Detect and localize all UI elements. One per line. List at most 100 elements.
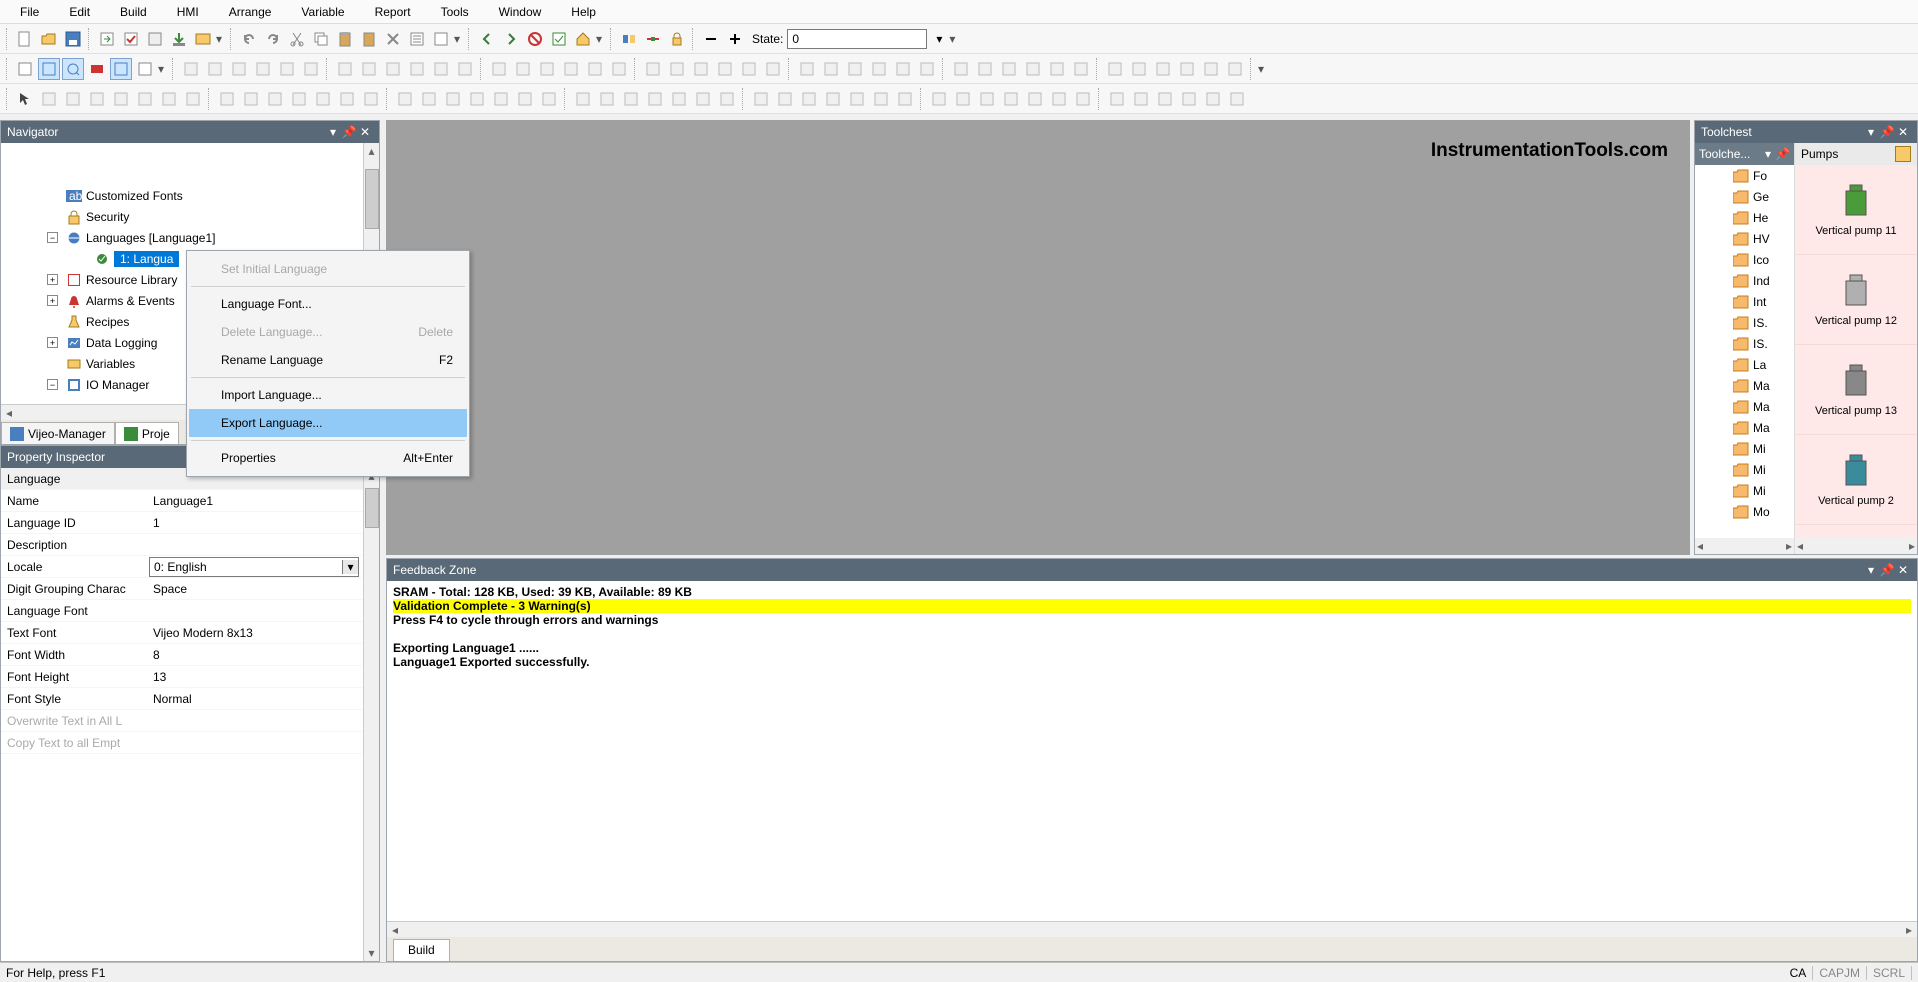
property-row[interactable]: NameLanguage1 (1, 490, 379, 512)
toolbar-dropdown-icon[interactable]: ▾ (454, 32, 464, 46)
context-menu-item[interactable]: PropertiesAlt+Enter (189, 444, 467, 472)
save-icon[interactable] (62, 28, 84, 50)
draw-tool-icon[interactable] (158, 88, 180, 110)
tool-icon[interactable] (892, 58, 914, 80)
panel-dropdown-icon[interactable]: ▾ (325, 125, 341, 139)
draw-tool-icon[interactable] (846, 88, 868, 110)
toolchest-item[interactable]: Vertical pump 13 (1795, 345, 1917, 435)
draw-tool-icon[interactable] (572, 88, 594, 110)
export-icon[interactable] (96, 28, 118, 50)
property-value[interactable]: 1 (149, 516, 379, 530)
tool-icon[interactable] (536, 58, 558, 80)
tool-icon[interactable] (1070, 58, 1092, 80)
stop-icon[interactable] (524, 28, 546, 50)
feedback-body[interactable]: SRAM - Total: 128 KB, Used: 39 KB, Avail… (387, 581, 1917, 921)
tool-icon[interactable] (796, 58, 818, 80)
view4-icon[interactable] (86, 58, 108, 80)
tool-icon[interactable] (180, 58, 202, 80)
toolchest-folder[interactable]: Int (1695, 291, 1794, 312)
view2-icon[interactable] (38, 58, 60, 80)
tool-icon[interactable] (1104, 58, 1126, 80)
property-row[interactable]: Text FontVijeo Modern 8x13 (1, 622, 379, 644)
tool-icon[interactable] (1176, 58, 1198, 80)
delete-icon[interactable] (382, 28, 404, 50)
draw-tool-icon[interactable] (538, 88, 560, 110)
variable-icon[interactable] (618, 28, 640, 50)
draw-tool-icon[interactable] (774, 88, 796, 110)
toolchest-item[interactable]: Vertical pump 11 (1795, 165, 1917, 255)
copy-icon[interactable] (310, 28, 332, 50)
draw-tool-icon[interactable] (38, 88, 60, 110)
toolbar-dropdown-icon[interactable]: ▾ (158, 62, 168, 76)
tool-icon[interactable] (204, 58, 226, 80)
panel-pin-icon[interactable]: 📌 (341, 125, 357, 139)
draw-tool-icon[interactable] (442, 88, 464, 110)
draw-tool-icon[interactable] (1106, 88, 1128, 110)
refresh-icon[interactable] (1895, 146, 1911, 162)
scrollbar-horizontal[interactable]: ◂▸ (1695, 538, 1794, 554)
draw-tool-icon[interactable] (1024, 88, 1046, 110)
draw-tool-icon[interactable] (490, 88, 512, 110)
tool-icon[interactable] (488, 58, 510, 80)
toolchest-item[interactable]: Vertical pump 12 (1795, 255, 1917, 345)
property-value[interactable]: 8 (149, 648, 379, 662)
menu-arrange[interactable]: Arrange (215, 2, 286, 22)
tool-icon[interactable] (1200, 58, 1222, 80)
property-value[interactable]: Normal (149, 692, 379, 706)
toolchest-folder[interactable]: Mo (1695, 501, 1794, 522)
tree-item[interactable]: −Languages [Language1] (7, 227, 379, 248)
draw-tool-icon[interactable] (716, 88, 738, 110)
menu-variable[interactable]: Variable (287, 2, 358, 22)
draw-tool-icon[interactable] (360, 88, 382, 110)
toolchest-folder[interactable]: Fo (1695, 165, 1794, 186)
new-icon[interactable] (14, 28, 36, 50)
home-icon[interactable] (572, 28, 594, 50)
scrollbar-vertical[interactable]: ▴▾ (363, 468, 379, 961)
property-row[interactable]: Font StyleNormal (1, 688, 379, 710)
lock-icon[interactable] (666, 28, 688, 50)
tree-item[interactable]: abCustomized Fonts (7, 185, 379, 206)
forward-icon[interactable] (500, 28, 522, 50)
context-menu-item[interactable]: Export Language... (189, 409, 467, 437)
tab-vijeo-manager[interactable]: Vijeo-Manager (1, 422, 115, 444)
toolchest-folder[interactable]: HV (1695, 228, 1794, 249)
draw-tool-icon[interactable] (288, 88, 310, 110)
draw-tool-icon[interactable] (620, 88, 642, 110)
draw-tool-icon[interactable] (240, 88, 262, 110)
scrollbar-horizontal[interactable]: ◂▸ (1795, 538, 1917, 554)
draw-tool-icon[interactable] (110, 88, 132, 110)
draw-tool-icon[interactable] (894, 88, 916, 110)
tab-project[interactable]: Proje (115, 422, 179, 444)
tab-build[interactable]: Build (393, 939, 450, 961)
tool-icon[interactable] (560, 58, 582, 80)
menu-help[interactable]: Help (557, 2, 610, 22)
draw-tool-icon[interactable] (394, 88, 416, 110)
draw-tool-icon[interactable] (1130, 88, 1152, 110)
sim-icon[interactable] (192, 28, 214, 50)
draw-tool-icon[interactable] (952, 88, 974, 110)
state-dropdown-icon[interactable]: ▾ (931, 28, 947, 50)
panel-pin-icon[interactable]: 📌 (1879, 125, 1895, 139)
draw-tool-icon[interactable] (750, 88, 772, 110)
tool-icon[interactable] (430, 58, 452, 80)
toolchest-folder[interactable]: IS. (1695, 312, 1794, 333)
property-row[interactable]: Overwrite Text in All L (1, 710, 379, 732)
plus-icon[interactable] (724, 28, 746, 50)
draw-tool-icon[interactable] (1226, 88, 1248, 110)
view1-icon[interactable] (14, 58, 36, 80)
toolchest-folder[interactable]: He (1695, 207, 1794, 228)
tool-icon[interactable] (512, 58, 534, 80)
property-row[interactable]: Font Width8 (1, 644, 379, 666)
menu-file[interactable]: File (6, 2, 53, 22)
tool-icon[interactable] (714, 58, 736, 80)
toolchest-folder[interactable]: Ma (1695, 396, 1794, 417)
tool-icon[interactable] (998, 58, 1020, 80)
minus-icon[interactable] (700, 28, 722, 50)
toolbar-dropdown-icon[interactable]: ▾ (1258, 58, 1268, 80)
open-icon[interactable] (38, 28, 60, 50)
toolchest-item[interactable]: Vertical pump 2 (1795, 435, 1917, 525)
draw-tool-icon[interactable] (644, 88, 666, 110)
pointer-icon[interactable] (14, 88, 36, 110)
property-value[interactable]: Language1 (149, 494, 379, 508)
state-input[interactable] (787, 29, 927, 49)
